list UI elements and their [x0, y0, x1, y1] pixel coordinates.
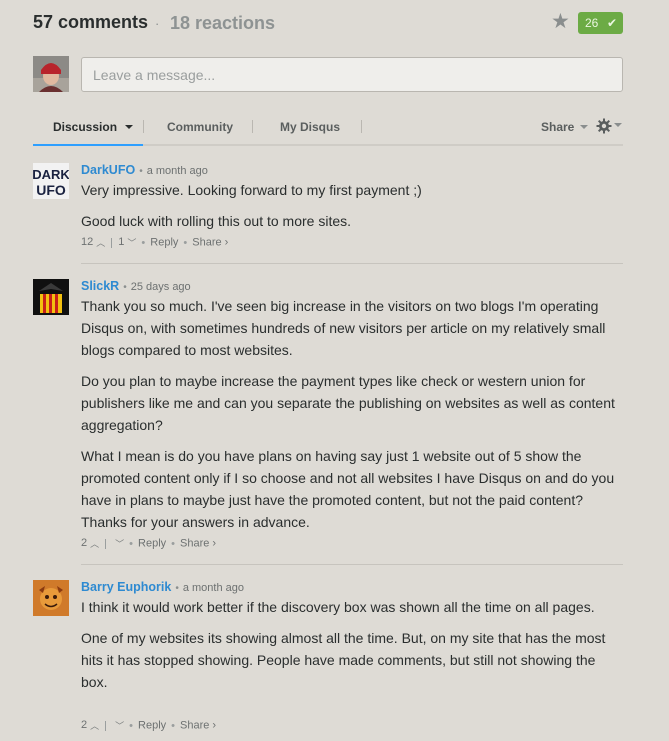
comment-footer: 12 ︿ 1 ﹀ • Reply • Share › [81, 236, 228, 250]
settings-menu[interactable] [596, 118, 622, 134]
comment-paragraph: Good luck with rolling this out to more … [81, 213, 352, 229]
vote-divider [105, 720, 107, 731]
comment: Barry Euphorik • a month ago I think it wo… [33, 580, 623, 741]
comment-paragraph: Thank you so much. I've seen big increas… [81, 298, 606, 358]
author-name[interactable]: DarkUFO [81, 163, 135, 177]
chevron-down-icon: ﹀ [127, 238, 137, 248]
reply-button[interactable]: Reply [138, 720, 166, 732]
comment-body: I think it would work better if the disc… [81, 596, 623, 702]
comment: SlickR • 25 days ago Thank you so much. I'… [33, 279, 623, 554]
chevron-down-icon [614, 123, 622, 127]
tab-my-disqus[interactable]: My Disqus [280, 120, 340, 134]
upvote-button[interactable]: 12 ︿ [81, 236, 106, 249]
reply-button[interactable]: Reply [138, 538, 166, 550]
timestamp[interactable]: a month ago [183, 582, 244, 594]
avatar[interactable]: DARK UFO [33, 163, 69, 199]
chevron-up-icon: ︿ [90, 539, 100, 549]
chevron-up-icon: ︿ [90, 721, 100, 731]
comment-paragraph: One of my websites its showing almost al… [81, 630, 606, 690]
footer-separator: • [171, 719, 175, 732]
author-name[interactable]: SlickR [81, 279, 119, 293]
comment-composer [33, 56, 623, 92]
downvote-button[interactable]: 1 ﹀ [118, 236, 137, 249]
footer-separator: • [129, 719, 134, 732]
comment-paragraph: What I mean is do you have plans on havi… [81, 448, 615, 530]
footer-separator: • [129, 537, 134, 550]
comment-paragraph: Do you plan to maybe increase the paymen… [81, 373, 615, 433]
share-button[interactable]: Share › [192, 237, 228, 249]
nav-divider [252, 120, 253, 133]
reactions-count[interactable]: 18 reactions [170, 13, 275, 34]
header-separator: · [155, 16, 160, 31]
upvote-button[interactable]: 2 ︿ [81, 719, 100, 732]
timestamp[interactable]: 25 days ago [131, 281, 191, 293]
share-label: Share [541, 120, 575, 134]
vote-divider [105, 538, 107, 549]
upvote-count: 12 [81, 236, 94, 249]
thread-header: 57 comments · 18 reactions ★ 26 ✔ [33, 10, 623, 36]
vote-divider [111, 237, 113, 248]
footer-separator: • [141, 236, 146, 249]
comment-divider [81, 564, 623, 565]
tab-discussion-label: Discussion [53, 120, 118, 134]
share-menu[interactable]: Share [541, 120, 589, 134]
star-icon[interactable]: ★ [551, 11, 570, 33]
upvote-button[interactable]: 2 ︿ [81, 537, 100, 550]
comment-footer: 2 ︿ ﹀ • Reply • Share › [81, 719, 216, 733]
comment-paragraph: I think it would work better if the disc… [81, 599, 595, 615]
chevron-down-icon [125, 124, 134, 129]
chevron-down-icon: ﹀ [115, 539, 125, 549]
message-input[interactable] [81, 57, 623, 92]
check-icon: ✔ [607, 16, 618, 30]
chevron-up-icon: ︿ [96, 238, 106, 248]
reply-button[interactable]: Reply [150, 237, 178, 249]
favorite-count: 26 [585, 16, 599, 30]
footer-separator: • [171, 537, 175, 550]
favorite-count-badge[interactable]: 26 ✔ [578, 12, 623, 34]
comment-divider [81, 263, 623, 264]
active-tab-indicator [33, 144, 143, 146]
tab-discussion[interactable]: Discussion [53, 120, 134, 134]
comment-paragraph: Very impressive. Looking forward to my f… [81, 182, 422, 198]
user-avatar[interactable] [33, 56, 69, 92]
comment-footer: 2 ︿ ﹀ • Reply • Share › [81, 537, 216, 551]
footer-separator: • [183, 236, 188, 249]
chevron-down-icon [580, 124, 589, 129]
avatar[interactable] [33, 580, 69, 616]
timestamp[interactable]: a month ago [147, 165, 208, 177]
svg-text:UFO: UFO [36, 182, 66, 198]
downvote-count: 1 [118, 236, 125, 249]
avatar[interactable] [33, 279, 69, 315]
comment-body: Thank you so much. I've seen big increas… [81, 295, 623, 542]
upvote-count: 2 [81, 719, 88, 732]
author-name[interactable]: Barry Euphorik [81, 580, 171, 594]
meta-separator: • [139, 166, 143, 177]
share-button[interactable]: Share › [180, 720, 216, 732]
comments-count: 57 comments [33, 12, 149, 32]
comment-body: Very impressive. Looking forward to my f… [81, 179, 623, 241]
downvote-button[interactable]: ﹀ [112, 719, 124, 731]
svg-text:DARK: DARK [33, 167, 69, 182]
nav-divider [143, 120, 144, 133]
comment: DARK UFO DarkUFO • a month ago Very impres… [33, 163, 623, 253]
share-button[interactable]: Share › [180, 538, 216, 550]
meta-separator: • [123, 282, 127, 293]
upvote-count: 2 [81, 537, 88, 550]
discussion-nav: Discussion Community My Disqus Share [33, 114, 623, 146]
tab-community[interactable]: Community [167, 120, 233, 134]
nav-divider [361, 120, 362, 133]
meta-separator: • [175, 583, 179, 594]
downvote-button[interactable]: ﹀ [112, 537, 124, 549]
gear-icon [596, 118, 612, 134]
chevron-down-icon: ﹀ [115, 721, 125, 731]
